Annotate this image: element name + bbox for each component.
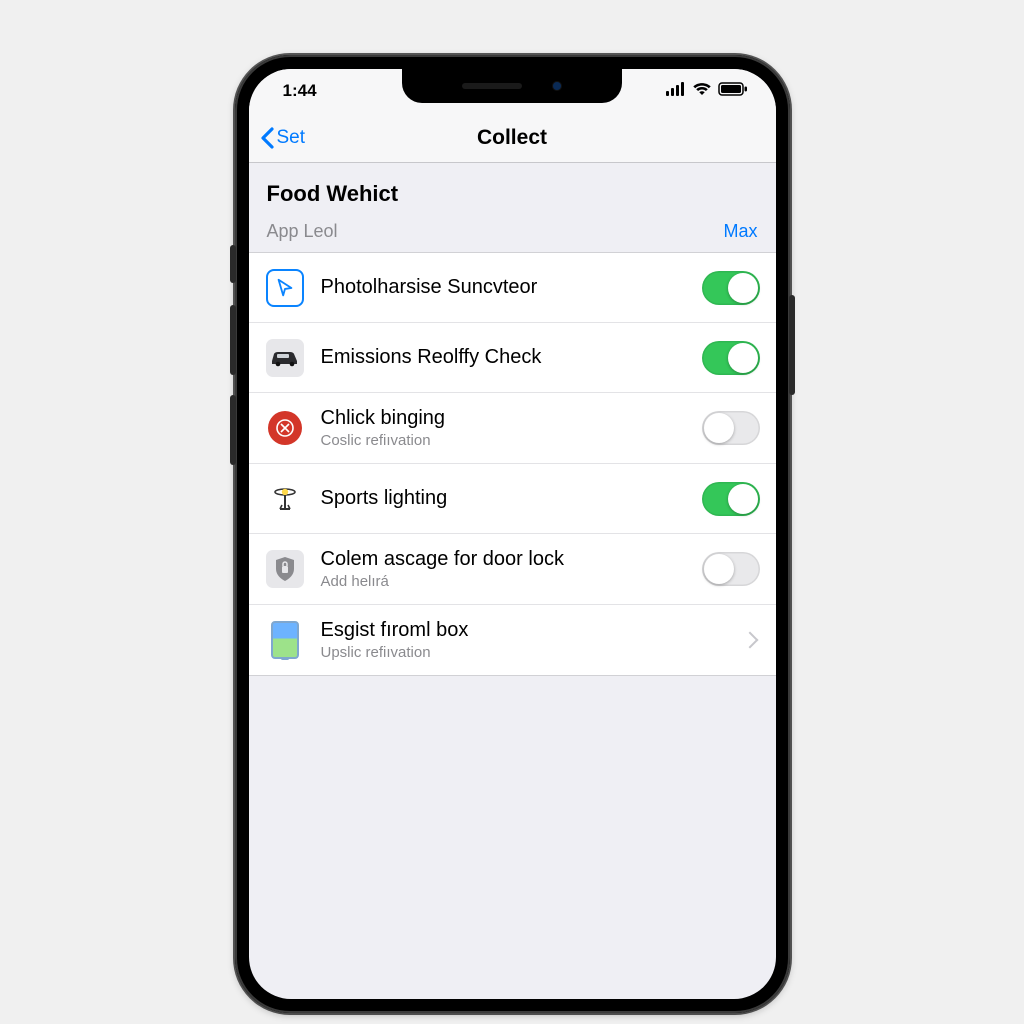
- volume-down-button[interactable]: [230, 395, 236, 465]
- cursor-icon: [274, 277, 296, 299]
- row-photolharsise[interactable]: Photolharsise Suncvteor: [249, 253, 776, 323]
- row-emissions[interactable]: Emissions Reolffy Check: [249, 323, 776, 393]
- nav-title: Collect: [249, 126, 776, 150]
- row-label: Photolharsise Suncvteor: [321, 276, 690, 299]
- subheader-max-button[interactable]: Max: [723, 221, 757, 242]
- battery-icon: [718, 81, 748, 101]
- row-label: Colem ascage for door lock: [321, 548, 690, 571]
- light-icon: [268, 482, 302, 516]
- list-subheader: App Leol Max: [249, 211, 776, 252]
- row-chlick-binging[interactable]: Chlick binging Coslic refiıvation: [249, 393, 776, 464]
- row-door-lock[interactable]: Colem ascage for door lock Add helırá: [249, 534, 776, 605]
- section-title: Food Wehict: [249, 163, 776, 211]
- app-icon: [265, 620, 305, 660]
- page-content: Food Wehict App Leol Max: [249, 163, 776, 676]
- row-label: Sports lighting: [321, 487, 690, 510]
- shield-lock-icon: [274, 556, 296, 582]
- status-time: 1:44: [283, 81, 317, 101]
- app-icon: [265, 479, 305, 519]
- row-sublabel: Add helırá: [321, 573, 690, 590]
- row-sports-lighting[interactable]: Sports lighting: [249, 464, 776, 534]
- app-icon: [265, 338, 305, 378]
- row-label: Chlick binging: [321, 407, 690, 430]
- car-icon: [269, 349, 301, 367]
- speaker: [462, 83, 522, 89]
- app-icon: [265, 408, 305, 448]
- wifi-icon: [692, 81, 712, 101]
- app-icon: [265, 549, 305, 589]
- row-label: Emissions Reolffy Check: [321, 346, 690, 369]
- front-camera: [552, 81, 562, 91]
- notch: [402, 69, 622, 103]
- back-button[interactable]: Set: [259, 127, 306, 149]
- row-sublabel: Coslic refiıvation: [321, 432, 690, 449]
- screen: 1:44: [249, 69, 776, 999]
- row-esgist-box[interactable]: Esgist fıroml box Upslic refiıvation: [249, 605, 776, 675]
- cellular-icon: [666, 81, 686, 101]
- nav-bar: Set Collect: [249, 113, 776, 163]
- volume-up-button[interactable]: [230, 305, 236, 375]
- chevron-left-icon: [259, 127, 275, 149]
- row-sublabel: Upslic refiıvation: [321, 644, 732, 661]
- power-button[interactable]: [789, 295, 795, 395]
- mute-switch[interactable]: [230, 245, 236, 283]
- back-label: Set: [277, 127, 306, 149]
- app-icon: [265, 268, 305, 308]
- toggle-switch[interactable]: [702, 271, 760, 305]
- crossed-circle-icon: [275, 418, 295, 438]
- toggle-switch[interactable]: [702, 552, 760, 586]
- toggle-switch[interactable]: [702, 482, 760, 516]
- row-label: Esgist fıroml box: [321, 619, 732, 642]
- toggle-switch[interactable]: [702, 341, 760, 375]
- toggle-switch[interactable]: [702, 411, 760, 445]
- phone-icon: [271, 621, 299, 659]
- settings-list: Photolharsise Suncvteor: [249, 252, 776, 676]
- subheader-left: App Leol: [267, 221, 338, 242]
- chevron-right-icon: [741, 632, 758, 649]
- phone-frame: 1:44: [235, 55, 790, 1013]
